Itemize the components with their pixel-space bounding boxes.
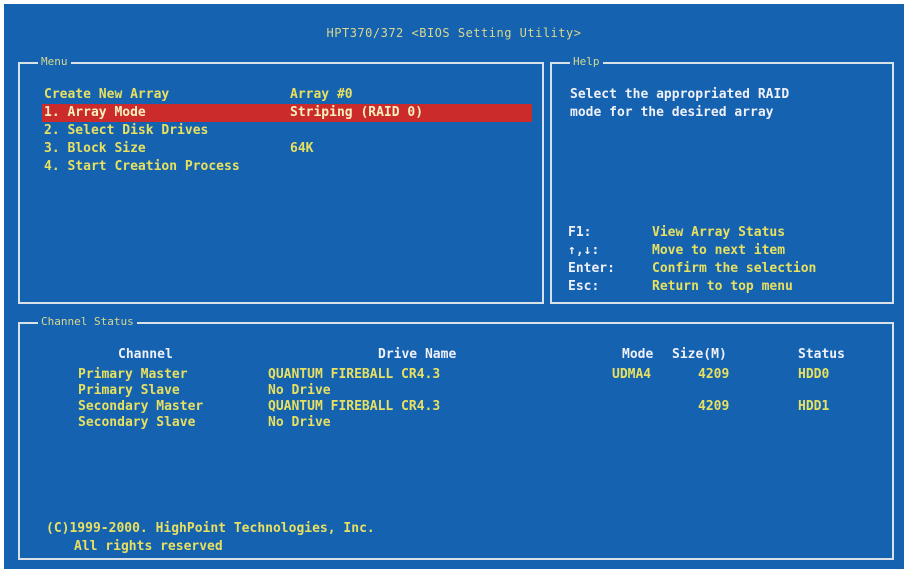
- help-text-line: Select the appropriated RAID: [570, 87, 790, 102]
- drive-cell: No Drive: [268, 415, 331, 430]
- size-cell: 4209: [698, 367, 730, 382]
- status-cell: HDD0: [798, 367, 830, 382]
- menu-item-select-disk-drives[interactable]: 2. Select Disk Drives: [44, 122, 208, 140]
- channel-cell: Secondary Slave: [78, 415, 196, 430]
- window-title: HPT370/372 <BIOS Setting Utility>: [326, 26, 582, 40]
- help-text-line: mode for the desired array: [570, 105, 774, 120]
- channel-status-panel: Channel Status Channel Drive Name Mode S…: [18, 315, 894, 560]
- column-header-size: Size(M): [672, 347, 727, 362]
- help-panel: Help Select the appropriated RAID mode f…: [550, 55, 894, 304]
- mode-cell: UDMA4: [612, 367, 652, 382]
- menu-item-value: Striping (RAID 0): [290, 105, 424, 120]
- menu-item-block-size[interactable]: 3. Block Size 64K: [44, 140, 524, 158]
- status-cell: HDD1: [798, 399, 830, 414]
- menu-item-label: 2. Select Disk Drives: [44, 123, 209, 138]
- bios-screen: HPT370/372 <BIOS Setting Utility> Menu C…: [4, 4, 904, 569]
- key-description: Confirm the selection: [652, 261, 817, 276]
- size-cell: 4209: [698, 399, 730, 414]
- key-label: F1:: [568, 225, 592, 240]
- menu-item-start-creation[interactable]: 4. Start Creation Process: [44, 158, 240, 176]
- copyright-line: All rights reserved: [74, 539, 223, 554]
- key-label: Esc:: [568, 279, 600, 294]
- menu-header-array: Array #0: [290, 87, 353, 102]
- key-label: Enter:: [568, 261, 615, 276]
- copyright-line: (C)1999-2000. HighPoint Technologies, In…: [46, 521, 375, 536]
- key-description: Move to next item: [652, 243, 786, 258]
- menu-item-label: 4. Start Creation Process: [44, 159, 240, 174]
- menu-item-label: 3. Block Size: [44, 141, 146, 156]
- column-header-status: Status: [798, 347, 845, 362]
- menu-item-label: 1. Array Mode: [44, 105, 146, 120]
- channel-status-label: Channel Status: [38, 315, 137, 329]
- column-header-drive-name: Drive Name: [378, 347, 457, 362]
- column-header-channel: Channel: [118, 347, 173, 362]
- key-label: ↑,↓:: [568, 243, 600, 258]
- menu-panel: Menu Create New Array Array #0 1. Array …: [18, 55, 544, 304]
- help-panel-label: Help: [570, 55, 603, 69]
- key-description: Return to top menu: [652, 279, 793, 294]
- key-description: View Array Status: [652, 225, 786, 240]
- menu-item-value: 64K: [290, 141, 314, 156]
- column-header-mode: Mode: [622, 347, 654, 362]
- menu-header-left: Create New Array: [44, 87, 170, 102]
- menu-panel-label: Menu: [38, 55, 71, 69]
- menu-item-array-mode[interactable]: 1. Array Mode Striping (RAID 0): [42, 104, 532, 122]
